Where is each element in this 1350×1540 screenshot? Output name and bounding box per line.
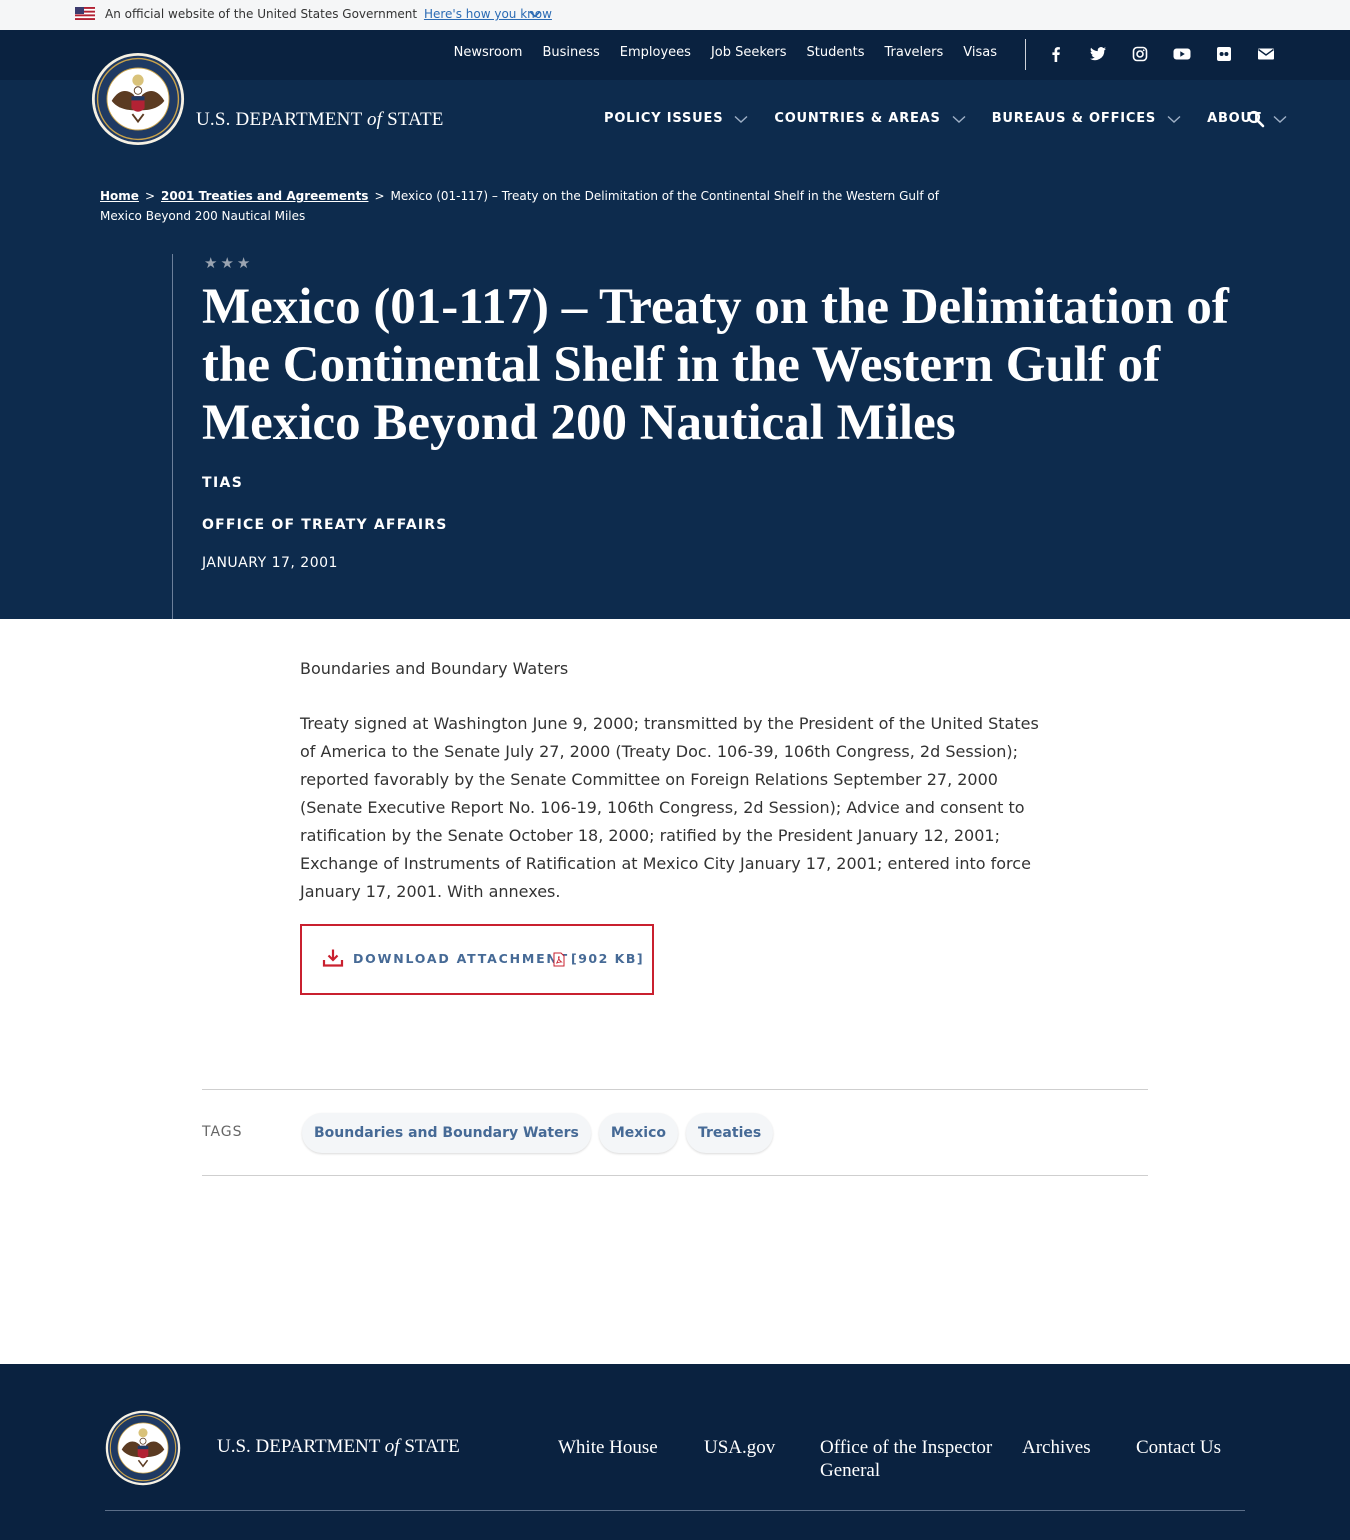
tag-list: Boundaries and Boundary Waters Mexico Tr… <box>302 1113 774 1153</box>
email-icon[interactable] <box>1256 45 1276 63</box>
footer-link-inspector-general[interactable]: Office of the Inspector General <box>820 1436 1022 1482</box>
official-website-notice: An official website of the United States… <box>105 7 552 21</box>
stars-decoration: ★★★ <box>204 254 254 272</box>
us-flag-icon <box>75 7 95 20</box>
chevron-down-icon[interactable] <box>529 8 541 20</box>
gov-banner: An official website of the United States… <box>0 0 1350 30</box>
chevron-down-icon <box>952 115 966 123</box>
article-topic: Boundaries and Boundary Waters <box>300 659 569 678</box>
chevron-down-icon <box>1273 115 1287 123</box>
utility-link-employees[interactable]: Employees <box>620 45 691 60</box>
tags-divider-top <box>202 1089 1148 1090</box>
tags-divider-bottom <box>202 1175 1148 1176</box>
tags-label: TAGS <box>202 1124 243 1140</box>
tag-mexico[interactable]: Mexico <box>598 1113 679 1153</box>
utility-divider <box>1025 39 1026 70</box>
tag-treaties[interactable]: Treaties <box>686 1113 774 1153</box>
twitter-icon[interactable] <box>1088 45 1108 63</box>
state-department-seal[interactable] <box>91 52 185 146</box>
pdf-file-icon <box>553 952 565 967</box>
social-links <box>1046 45 1276 63</box>
chevron-down-icon <box>734 115 748 123</box>
download-label: DOWNLOAD ATTACHMENT <box>353 951 570 966</box>
hero-section: U.S. DEPARTMENT of STATE POLICY ISSUES C… <box>0 52 1350 619</box>
state-department-wordmark[interactable]: U.S. DEPARTMENT of STATE <box>196 109 444 131</box>
breadcrumb-separator: > <box>144 189 155 203</box>
footer-wordmark[interactable]: U.S. DEPARTMENT of STATE <box>217 1436 460 1458</box>
footer-link-white-house[interactable]: White House <box>558 1436 704 1482</box>
article-category: TIAS <box>202 475 244 491</box>
breadcrumb: Home >2001 Treaties and Agreements > Mexico… <box>100 186 940 226</box>
utility-link-visas[interactable]: Visas <box>963 45 997 60</box>
main-nav: POLICY ISSUES COUNTRIES & AREAS BUREAUS … <box>604 111 1287 126</box>
article-date: JANUARY 17, 2001 <box>202 555 338 571</box>
nav-bureaus-offices[interactable]: BUREAUS & OFFICES <box>992 111 1181 126</box>
article-office: OFFICE OF TREATY AFFAIRS <box>202 517 448 533</box>
download-attachment-button[interactable]: DOWNLOAD ATTACHMENT [902 KB] <box>300 924 654 995</box>
footer-seal[interactable] <box>105 1410 181 1486</box>
footer-divider <box>105 1510 1245 1511</box>
footer: U.S. DEPARTMENT of STATE White House USA… <box>0 1364 1350 1540</box>
utility-nav: Newsroom Business Employees Job Seekers … <box>0 30 1350 80</box>
footer-link-usa-gov[interactable]: USA.gov <box>704 1436 820 1482</box>
facebook-icon[interactable] <box>1046 45 1066 63</box>
breadcrumb-separator: > <box>374 189 385 203</box>
breadcrumb-parent-link[interactable]: 2001 Treaties and Agreements <box>161 189 368 203</box>
tag-boundaries[interactable]: Boundaries and Boundary Waters <box>302 1113 591 1153</box>
utility-link-students[interactable]: Students <box>807 45 865 60</box>
instagram-icon[interactable] <box>1130 45 1150 63</box>
utility-link-business[interactable]: Business <box>542 45 599 60</box>
hero-accent-line <box>172 254 173 619</box>
utility-links: Newsroom Business Employees Job Seekers … <box>454 45 997 60</box>
flickr-icon[interactable] <box>1214 45 1234 63</box>
youtube-icon[interactable] <box>1172 45 1192 63</box>
breadcrumb-home-link[interactable]: Home <box>100 189 139 203</box>
footer-link-contact-us[interactable]: Contact Us <box>1136 1436 1221 1482</box>
nav-policy-issues[interactable]: POLICY ISSUES <box>604 111 748 126</box>
search-button[interactable] <box>1246 109 1266 129</box>
download-icon <box>322 949 344 967</box>
nav-countries-areas[interactable]: COUNTRIES & AREAS <box>774 111 966 126</box>
utility-link-travelers[interactable]: Travelers <box>885 45 944 60</box>
chevron-down-icon <box>1167 115 1181 123</box>
search-icon <box>1247 110 1265 128</box>
page-title: Mexico (01-117) – Treaty on the Delimita… <box>202 279 1229 451</box>
utility-link-newsroom[interactable]: Newsroom <box>454 45 523 60</box>
download-size: [902 KB] <box>571 951 645 966</box>
utility-link-job-seekers[interactable]: Job Seekers <box>711 45 787 60</box>
footer-links: White House USA.gov Office of the Inspec… <box>558 1436 1221 1482</box>
article-body: Treaty signed at Washington June 9, 2000… <box>300 714 1039 901</box>
footer-link-archives[interactable]: Archives <box>1022 1436 1136 1482</box>
